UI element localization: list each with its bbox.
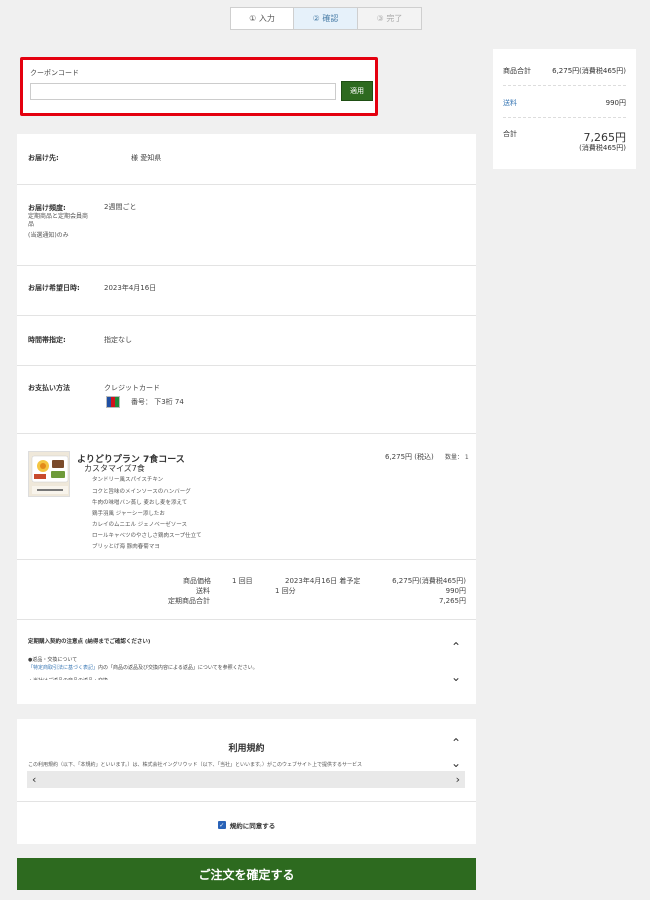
shipping-value: 990円 — [445, 587, 466, 595]
menu-item: ロールキャベツのやさしさ鶏肉スープ仕立て — [92, 533, 202, 539]
note-line: ・当社はご返品の商品の返品・交換 — [28, 677, 108, 680]
summary-shipping-value: 990円 — [605, 99, 626, 107]
summary-divider — [503, 85, 626, 86]
item-delivery-date: 2023年4月16日 着予定 — [285, 577, 361, 585]
terms-text: この利用規約（以下、「本規約」といいます。）は、株式会社イングリウッド（以下、「… — [28, 762, 363, 768]
subscription-total-value: 7,265円 — [438, 597, 466, 605]
jcb-card-icon — [106, 396, 120, 408]
product-row: よりどりプラン 7食コース カスタマイズ7食 6,275円 (税込) 数量： 1… — [17, 434, 476, 560]
product-price: 6,275円 (税込) — [385, 453, 434, 461]
summary-total-tax-row: (消費税465円) — [503, 143, 626, 153]
time-slot-row: 時間帯指定: 指定なし — [17, 316, 476, 366]
payment-label: お支払い方法 — [28, 384, 70, 392]
card-number: 番号： 下3桁 74 — [131, 398, 184, 406]
shipping-times: 1 回分 — [275, 587, 296, 595]
product-image — [28, 451, 70, 497]
shipping-label: 送料 — [196, 587, 210, 595]
agree-checkbox[interactable]: ✓ — [217, 821, 226, 829]
recipient-row: お届け先: 様 愛知県 — [17, 134, 476, 185]
scroll-left-icon[interactable]: ‹ — [32, 773, 36, 786]
product-subtitle: カスタマイズ7食 — [84, 464, 145, 473]
menu-item: コクと旨味のメインソースのハンバーグ — [92, 489, 191, 495]
delivery-date-row: お届け希望日時: 2023年4月16日 — [17, 266, 476, 316]
frequency-note-2: 品 — [28, 221, 35, 228]
coupon-apply-button[interactable]: 適用 — [341, 81, 373, 101]
agree-terms[interactable]: ✓ 規約に同意する — [17, 820, 476, 830]
product-quantity: 数量： 1 — [445, 454, 469, 461]
recipient-label: お届け先: — [28, 154, 59, 162]
terms-section: 利用規約 この利用規約（以下、「本規約」といいます。）は、株式会社イングリウッド… — [17, 719, 476, 844]
terms-horizontal-scrollbar[interactable]: ‹ › — [27, 771, 465, 788]
step-input: ① 入力 — [230, 7, 294, 30]
coupon-label: クーポンコード — [30, 69, 79, 77]
summary-divider — [503, 117, 626, 118]
summary-shipping-row: 送料 990円 — [503, 98, 626, 108]
payment-row: お支払い方法 クレジットカード 番号： 下3桁 74 — [17, 366, 476, 434]
time-slot-label: 時間帯指定: — [28, 336, 66, 344]
scroll-right-icon[interactable]: › — [456, 773, 460, 786]
menu-item: 鶏手羽風 ジャーシー添したお — [92, 511, 165, 517]
menu-item: 牛肉の味噌バン蒸し 麦おし麦を添えて — [92, 500, 188, 506]
note-line: ●返品・交換について — [28, 657, 78, 663]
terms-vertical-scrollbar[interactable]: ⌃ ⌄ — [447, 736, 465, 770]
coupon-section: クーポンコード 適用 — [20, 57, 378, 116]
scroll-up-icon[interactable]: ⌃ — [451, 736, 461, 750]
time-slot-value: 指定なし — [104, 336, 132, 344]
step-confirm: ② 確認 — [294, 7, 358, 30]
summary-subtotal-row: 商品合計 6,275円(消費税465円) — [503, 66, 626, 76]
frequency-row: お届け頻度: 定期商品と定期会員商 品 (当選通知)のみ 2週間ごと — [17, 185, 476, 266]
delivery-date-value: 2023年4月16日 — [104, 284, 157, 292]
terms-title: 利用規約 — [228, 744, 265, 754]
item-price-label: 商品価格 — [183, 577, 211, 585]
step-complete: ③ 完了 — [358, 7, 422, 30]
order-details: お届け先: 様 愛知県 お届け頻度: 定期商品と定期会員商 品 (当選通知)のみ… — [17, 134, 476, 704]
payment-value: クレジットカード — [104, 384, 160, 392]
frequency-value: 2週間ごと — [104, 203, 137, 211]
summary-shipping-link[interactable]: 送料 — [503, 98, 517, 108]
scroll-down-icon[interactable]: ⌄ — [451, 756, 461, 770]
summary-subtotal-value: 6,275円(消費税465円) — [552, 67, 626, 75]
order-summary: 商品合計 6,275円(消費税465円) 送料 990円 合計 7,265円 (… — [493, 49, 636, 169]
divider — [17, 801, 476, 802]
delivery-date-label: お届け希望日時: — [28, 284, 80, 292]
agree-label[interactable]: 規約に同意する — [230, 820, 276, 830]
subscription-total-label: 定期商品合計 — [168, 597, 210, 605]
confirm-order-button[interactable]: ご注文を確定する — [17, 858, 476, 890]
scroll-up-icon[interactable]: ⌃ — [451, 640, 461, 654]
price-breakdown: 商品価格 1 回目 2023年4月16日 着予定 6,275円(消費税465円)… — [17, 560, 476, 620]
scroll-down-icon[interactable]: ⌄ — [451, 670, 461, 684]
recipient-value: 様 愛知県 — [131, 154, 162, 162]
menu-item: タンドリー風スパイスチキン — [92, 477, 164, 483]
item-times: 1 回目 — [232, 577, 253, 585]
frequency-note-1: 定期商品と定期会員商 — [28, 213, 89, 220]
notes-section: 定期購入契約の注意点 (納得までご確認ください) ●返品・交換について 「特定商… — [17, 620, 476, 704]
frequency-note-3: (当選通知)のみ — [28, 232, 69, 239]
notes-title: 定期購入契約の注意点 (納得までご確認ください) — [28, 639, 151, 645]
notes-scrollbar[interactable]: ⌃ ⌄ — [447, 640, 465, 684]
tokushoho-link[interactable]: 「特定商取引法に基づく表記」 — [28, 665, 98, 671]
summary-total-tax: (消費税465円) — [579, 144, 626, 152]
step-indicator: ① 入力 ② 確認 ③ 完了 — [230, 7, 422, 30]
item-price-value: 6,275円(消費税465円) — [392, 577, 466, 585]
note-text: 内の「商品の返品及び交換内容による返品」についてを参照ください。 — [98, 665, 258, 671]
summary-subtotal-label: 商品合計 — [503, 67, 531, 75]
menu-item: ブリッとげ海 豚肉春菊マヨ — [92, 544, 160, 550]
coupon-input[interactable] — [30, 83, 336, 100]
menu-item: カレイのムニエル ジェノベーゼソース — [92, 522, 187, 528]
note-line: 「特定商取引法に基づく表記」内の「商品の返品及び交換内容による返品」についてを参… — [28, 664, 258, 671]
